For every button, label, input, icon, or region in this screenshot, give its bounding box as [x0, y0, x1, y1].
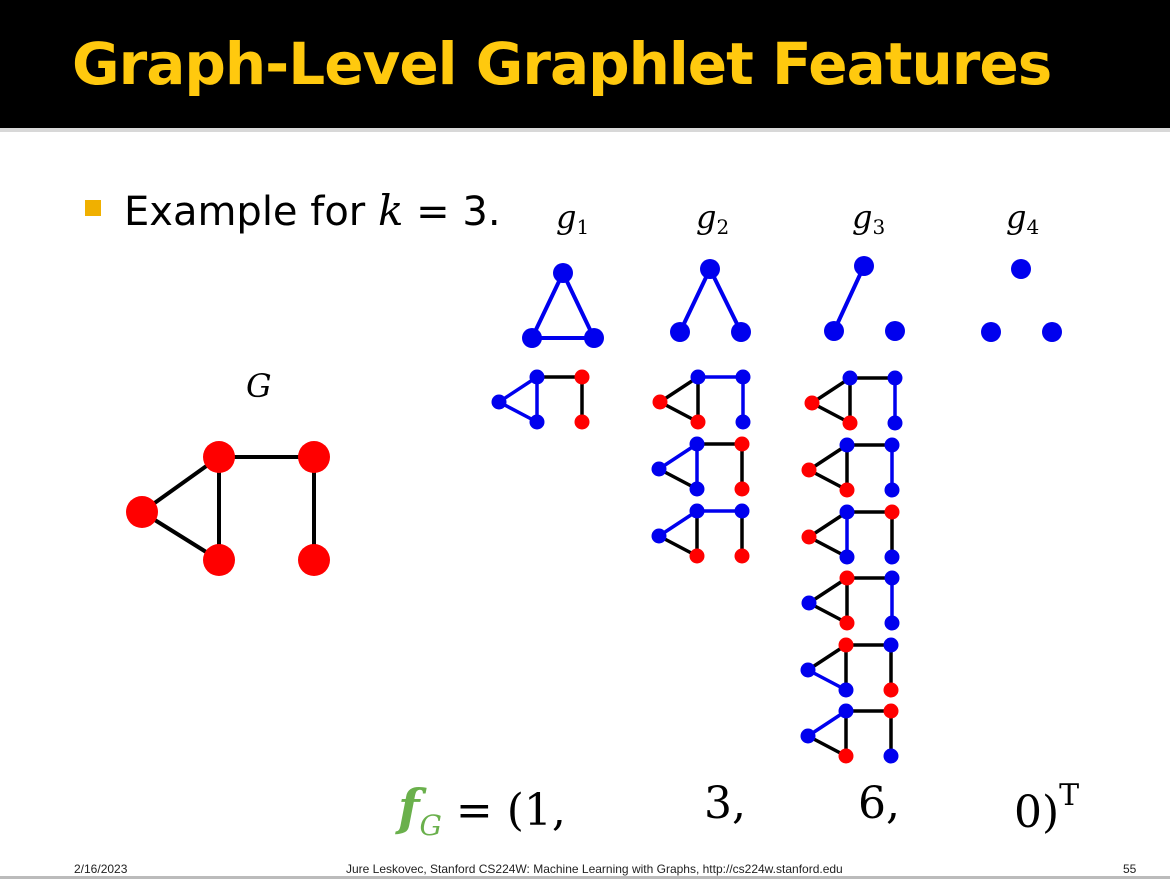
- g3-occurrence-node: [838, 637, 854, 653]
- graphlet-g1-edge: [530, 271, 565, 340]
- footer-credit: Jure Leskovec, Stanford CS224W: Machine …: [346, 862, 843, 876]
- g3-occurrence-node: [842, 415, 858, 431]
- g3-occurrence-node: [839, 615, 855, 631]
- transpose-mark: T: [1059, 778, 1080, 813]
- g1-occurrence-node: [574, 414, 590, 430]
- graph-node: [203, 441, 235, 473]
- g3-occurrence-node: [883, 637, 899, 653]
- graphlet-g3-node: [824, 321, 844, 341]
- g1-occurrence-node: [491, 394, 507, 410]
- g3-occurrence-node: [887, 415, 903, 431]
- g2-occurrence-node: [734, 436, 750, 452]
- g3-occurrence-node: [839, 504, 855, 520]
- g2-occurrence-node: [690, 414, 706, 430]
- graphlet-g4-node: [981, 322, 1001, 342]
- g3-occurrence-node: [839, 570, 855, 586]
- graphlet-g3-node: [885, 321, 905, 341]
- graph-node: [298, 544, 330, 576]
- footer-date: 2/16/2023: [74, 862, 128, 876]
- g3-occurrence-node: [839, 482, 855, 498]
- g3-occurrence-node: [800, 662, 816, 678]
- g3-occurrence-node: [884, 570, 900, 586]
- graphlet-g3-node: [854, 256, 874, 276]
- graphlet-g1-node: [553, 263, 573, 283]
- g2-occurrence-node: [689, 503, 705, 519]
- graphlet-g2-edge: [678, 267, 712, 334]
- graphlet-g4-node: [1042, 322, 1062, 342]
- graphlet-g4-node: [1011, 259, 1031, 279]
- count-g2: 3,: [704, 778, 746, 829]
- g2-occurrence-node: [734, 503, 750, 519]
- g3-occurrence-node: [887, 370, 903, 386]
- graphlet-g3-edge: [832, 264, 866, 333]
- g2-occurrence-node: [689, 436, 705, 452]
- g2-occurrence-node: [735, 369, 751, 385]
- g3-occurrence-node: [801, 595, 817, 611]
- g2-occurrence-node: [690, 369, 706, 385]
- g3-occurrence-node: [883, 703, 899, 719]
- g3-occurrence-node: [838, 703, 854, 719]
- equals-open: = (: [455, 785, 524, 836]
- g2-occurrence-node: [689, 481, 705, 497]
- g3-occurrence-node: [883, 682, 899, 698]
- g1-occurrence-node: [529, 369, 545, 385]
- g2-occurrence-node: [651, 461, 667, 477]
- g3-occurrence-node: [884, 504, 900, 520]
- graphlet-g1-node: [584, 328, 604, 348]
- graph-node: [298, 441, 330, 473]
- g3-occurrence-node: [883, 748, 899, 764]
- g2-occurrence-node: [652, 394, 668, 410]
- footer-page-number: 55: [1123, 862, 1137, 876]
- g2-occurrence-node: [734, 548, 750, 564]
- g1-occurrence-node: [574, 369, 590, 385]
- feature-vector-symbol: fG: [398, 778, 442, 842]
- graphlet-g2-edge: [708, 267, 743, 334]
- g2-occurrence-node: [689, 548, 705, 564]
- g3-occurrence-node: [884, 437, 900, 453]
- g3-occurrence-node: [804, 395, 820, 411]
- graphlet-g2-node: [731, 322, 751, 342]
- count-g1: 1,: [523, 785, 566, 836]
- g3-occurrence-node: [884, 615, 900, 631]
- graph-node: [203, 544, 235, 576]
- count-g3: 6,: [858, 778, 900, 829]
- g3-occurrence-node: [800, 728, 816, 744]
- g3-occurrence-node: [801, 462, 817, 478]
- g3-occurrence-node: [842, 370, 858, 386]
- graphlet-g2-node: [670, 322, 690, 342]
- graphlet-diagram: [126, 256, 1062, 764]
- g3-occurrence-node: [801, 529, 817, 545]
- count-g4: 0)T: [1014, 778, 1080, 838]
- g2-occurrence-node: [735, 414, 751, 430]
- g3-occurrence-node: [884, 482, 900, 498]
- g3-occurrence-node: [838, 748, 854, 764]
- g3-occurrence-node: [839, 549, 855, 565]
- graphlet-g1-edge: [561, 271, 596, 340]
- g3-occurrence-node: [838, 682, 854, 698]
- g2-occurrence-node: [734, 481, 750, 497]
- g2-occurrence-node: [651, 528, 667, 544]
- graph-node: [126, 496, 158, 528]
- g1-occurrence-node: [529, 414, 545, 430]
- graphlet-g1-node: [522, 328, 542, 348]
- graphlet-g2-node: [700, 259, 720, 279]
- feature-vector-lhs: fG = (1,: [398, 778, 566, 842]
- g3-occurrence-node: [839, 437, 855, 453]
- g3-occurrence-node: [884, 549, 900, 565]
